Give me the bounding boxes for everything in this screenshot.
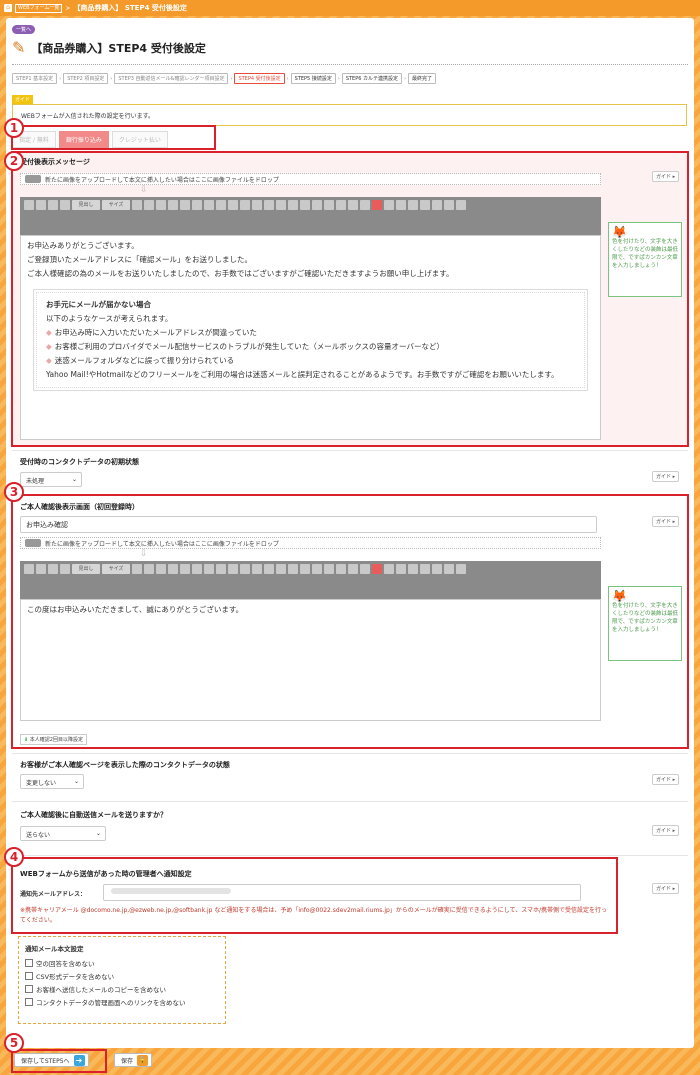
page-title: 【商品券購入】STEP4 受付後設定: [31, 41, 206, 55]
checkbox[interactable]: [25, 972, 33, 980]
breadcrumb-webform-list[interactable]: WEBフォーム一覧: [15, 3, 63, 13]
annotation-box-5: [11, 1049, 107, 1073]
checkbox[interactable]: [25, 998, 33, 1006]
autosend-select[interactable]: 送らない ⌄: [20, 826, 106, 841]
step-5[interactable]: STEP5 接続設定: [290, 73, 336, 84]
page-header: ✎ 【商品券購入】STEP4 受付後設定: [12, 38, 206, 57]
initial-status-label: 受付時のコンタクトデータの初期状態: [20, 458, 139, 466]
chevron-right-icon: ›: [286, 75, 289, 82]
notify-mail-body-settings: 通知メール本文設定 空の回答を含めない CSV形式データを含めない お客様へ送信…: [18, 936, 226, 1024]
back-button[interactable]: 一覧へ: [12, 25, 36, 34]
chevron-right-icon: ›: [404, 75, 407, 82]
step-6[interactable]: STEP6 カルテ連携設定: [341, 73, 403, 84]
step-4-current[interactable]: STEP4 受付後設定: [234, 73, 285, 84]
notify-mail-settings-title: 通知メール本文設定: [25, 945, 84, 953]
checkbox-row[interactable]: 空の回答を含めない: [25, 958, 219, 968]
annotation-box-1: [11, 125, 216, 150]
chevron-down-icon: ⌄: [95, 830, 101, 837]
home-icon[interactable]: ⌂: [4, 4, 12, 12]
checkbox-row[interactable]: お客様へ送信したメールのコピーを含めない: [25, 984, 219, 994]
section-divider: [12, 855, 688, 856]
annotation-badge-5: 5: [4, 1033, 24, 1053]
annotation-badge-4: 4: [4, 847, 24, 867]
section-divider: [12, 801, 688, 802]
lock-icon: 🔒: [137, 1054, 149, 1066]
annotation-badge-3: 3: [4, 482, 24, 502]
confirm-status-guide-button[interactable]: ガイド ▸: [652, 774, 680, 785]
step-final[interactable]: 最終完了: [408, 73, 437, 84]
step-2[interactable]: STEP2 項目設定: [63, 73, 109, 84]
autosend-guide-button[interactable]: ガイド ▸: [652, 825, 680, 836]
title-divider: [12, 64, 688, 65]
step-progress: STEP1 基本設定 › STEP2 項目設定 › STEP3 自動返信メール&確認…: [12, 73, 437, 84]
chevron-right-icon: ›: [230, 75, 233, 82]
step-3[interactable]: STEP3 自動返信メール&確認レンダー項目設定: [114, 73, 229, 84]
initial-status-select[interactable]: 未処理 ⌄: [20, 472, 82, 487]
step-1[interactable]: STEP1 基本設定: [12, 73, 58, 84]
guide-tag: ガイド: [12, 95, 34, 104]
checkbox-row[interactable]: コンタクトデータの管理画面へのリンクを含めない: [25, 997, 219, 1007]
section-divider: [12, 753, 688, 754]
top-breadcrumb-bar: ⌂ WEBフォーム一覧 > 【商品券購入】 STEP4 受付後設定: [0, 0, 700, 16]
chevron-right-icon: ›: [110, 75, 113, 82]
confirm-status-label: お客様がご本人確認ページを表示した際のコンタクトデータの状態: [20, 761, 230, 769]
chevron-right-icon: ›: [59, 75, 62, 82]
breadcrumb-current: 【商品券購入】 STEP4 受付後設定: [73, 4, 187, 12]
section-divider: [12, 450, 688, 451]
breadcrumb-separator: >: [65, 4, 71, 12]
checkbox-row[interactable]: CSV形式データを含めない: [25, 971, 219, 981]
annotation-box-4: [11, 857, 618, 934]
chevron-down-icon: ⌄: [71, 476, 77, 483]
save-button[interactable]: 保存 🔒: [114, 1053, 153, 1067]
initial-status-guide-button[interactable]: ガイド ▸: [652, 471, 680, 482]
chevron-down-icon: ⌄: [73, 778, 79, 785]
checkbox[interactable]: [25, 985, 33, 993]
annotation-box-2: [11, 151, 689, 447]
pencil-icon: ✎: [12, 38, 26, 57]
annotation-badge-1: 1: [4, 118, 24, 138]
annotation-badge-2: 2: [4, 151, 24, 171]
chevron-right-icon: ›: [337, 75, 340, 82]
checkbox[interactable]: [25, 959, 33, 967]
annotation-box-3: [11, 494, 689, 749]
autosend-label: ご本人確認後に自動送信メールを送りますか？: [20, 811, 167, 819]
info-box: WEBフォームが入信された際の設定を行います。: [12, 104, 687, 126]
confirm-status-select[interactable]: 変更しない ⌄: [20, 774, 84, 789]
admin-notify-guide-button[interactable]: ガイド ▸: [652, 883, 680, 894]
